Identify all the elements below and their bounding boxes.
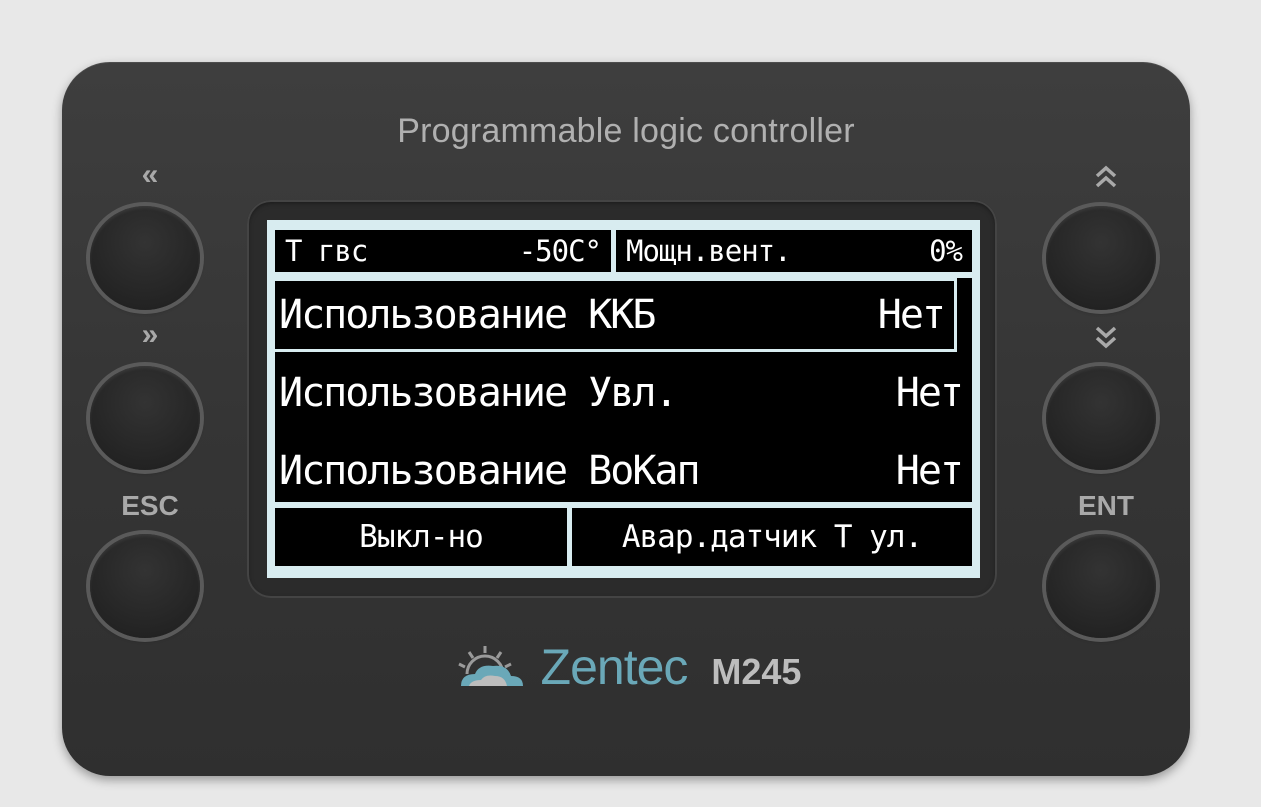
fan-power-label: Мощн.вент. xyxy=(626,234,792,268)
menu-item-label: Использование ВоКап xyxy=(279,448,701,494)
double-up-arrow-icon xyxy=(1036,162,1176,199)
settings-menu: Использование ККБ Нет Использование Увл.… xyxy=(275,278,972,502)
status-footer: Выкл-но Авар.датчик Т ул. xyxy=(275,508,972,566)
esc-label: ESC xyxy=(121,490,179,521)
double-up-arrow-icon xyxy=(1095,165,1117,188)
double-down-arrow-icon xyxy=(1036,322,1176,360)
status-header: Т гвс -50С° Мощн.вент. 0% xyxy=(275,230,972,272)
sun-cloud-logo-icon xyxy=(457,646,523,686)
menu-item-vokap[interactable]: Использование ВоКап Нет xyxy=(275,434,972,502)
menu-item-label: Использование ККБ xyxy=(279,292,656,338)
double-left-arrow-icon: « xyxy=(141,158,159,191)
ent-label: ENT xyxy=(1078,490,1134,521)
hot-water-temp-value: -50С° xyxy=(518,234,602,268)
plc-device: Programmable logic controller « » ESC EN… xyxy=(62,62,1190,776)
enter-button[interactable] xyxy=(1046,534,1156,638)
menu-item-value: Нет xyxy=(895,448,964,494)
model-number: M245 xyxy=(711,651,802,692)
next-page-button[interactable] xyxy=(90,366,200,470)
alarm-message: Авар.датчик Т ул. xyxy=(572,508,972,566)
hot-water-temp-label: Т гвс xyxy=(285,234,368,268)
lcd-screen: Т гвс -50С° Мощн.вент. 0% Использование … xyxy=(267,220,980,578)
scroll-up-button[interactable] xyxy=(1046,206,1156,310)
double-right-arrow-icon: » xyxy=(141,318,159,351)
screen-bezel: Т гвс -50С° Мощн.вент. 0% Использование … xyxy=(247,200,997,598)
menu-item-kkb[interactable]: Использование ККБ Нет xyxy=(275,278,957,352)
double-down-arrow-icon xyxy=(1095,326,1117,349)
device-title: Programmable logic controller xyxy=(397,112,855,150)
brand-name: Zentec xyxy=(540,639,689,695)
branding: Zentec M245 xyxy=(62,638,1190,696)
menu-item-value: Нет xyxy=(877,292,946,338)
system-status: Выкл-но xyxy=(275,508,567,566)
menu-item-label: Использование Увл. xyxy=(279,370,678,416)
menu-item-value: Нет xyxy=(895,370,964,416)
menu-item-humidifier[interactable]: Использование Увл. Нет xyxy=(275,356,972,430)
hot-water-temp-cell: Т гвс -50С° xyxy=(275,230,611,272)
fan-power-value: 0% xyxy=(929,234,963,268)
scroll-down-button[interactable] xyxy=(1046,366,1156,470)
esc-button[interactable] xyxy=(90,534,200,638)
fan-power-cell: Мощн.вент. 0% xyxy=(616,230,972,272)
prev-page-button[interactable] xyxy=(90,206,200,310)
